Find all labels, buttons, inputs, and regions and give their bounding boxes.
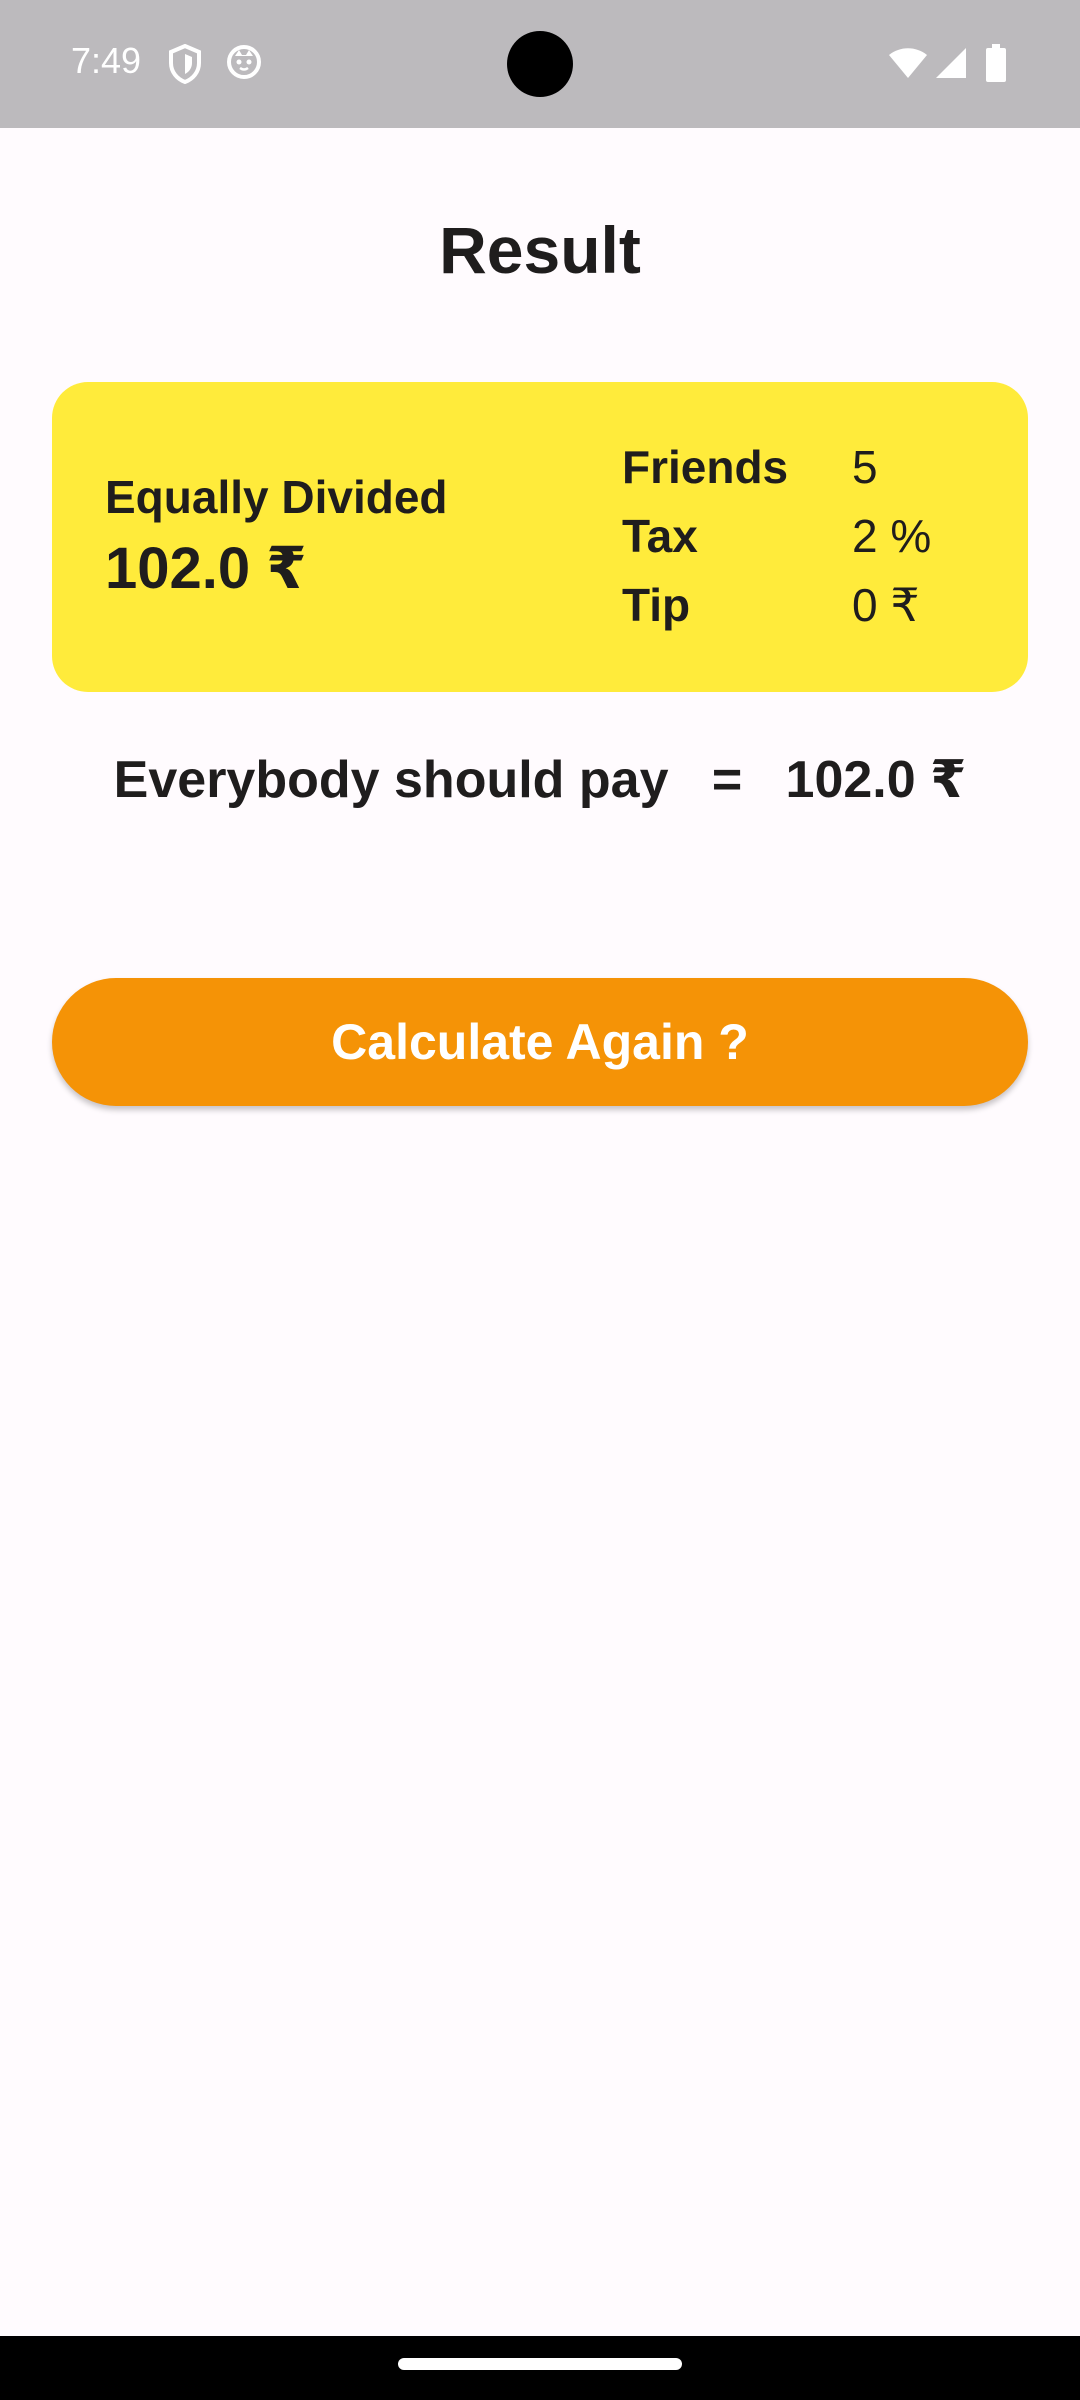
wifi-icon <box>888 46 928 85</box>
tip-value: 0 ₹ <box>852 579 920 631</box>
friends-row: Friends 5 <box>622 440 1002 500</box>
equally-divided-value: 102.0 ₹ <box>105 536 307 601</box>
navigation-bar <box>0 2336 1080 2400</box>
per-person-value: 102.0 ₹ <box>785 751 967 809</box>
signal-icon <box>934 46 968 85</box>
page-title: Result <box>439 213 641 287</box>
status-bar: 7:49 <box>0 0 1080 128</box>
status-time: 7:49 <box>71 40 142 81</box>
tip-row: Tip 0 ₹ <box>622 578 1002 638</box>
equally-divided-label: Equally Divided <box>105 471 448 523</box>
per-person-label: Everybody should pay <box>113 751 669 809</box>
battery-icon <box>985 44 1007 87</box>
shield-icon <box>168 43 202 89</box>
tax-row: Tax 2 % <box>622 509 1002 569</box>
tip-label: Tip <box>622 579 691 631</box>
friends-label: Friends <box>622 441 789 493</box>
summary-card: Equally Divided 102.0 ₹ Friends 5 Tax 2 … <box>52 382 1028 692</box>
tax-label: Tax <box>622 510 698 562</box>
camera-cutout <box>507 31 573 97</box>
friends-value: 5 <box>852 441 878 493</box>
cat-icon <box>226 44 262 85</box>
tax-value: 2 % <box>852 510 932 562</box>
home-gesture-handle[interactable] <box>398 2358 682 2370</box>
equals-sign: = <box>711 751 743 809</box>
calculate-again-button[interactable]: Calculate Again ? <box>52 978 1028 1106</box>
result-screen: 7:49 Result Equally Divided 102.0 ₹ Frie… <box>0 0 1080 2400</box>
per-person-total: Everybody should pay = 102.0 ₹ <box>0 750 1080 810</box>
